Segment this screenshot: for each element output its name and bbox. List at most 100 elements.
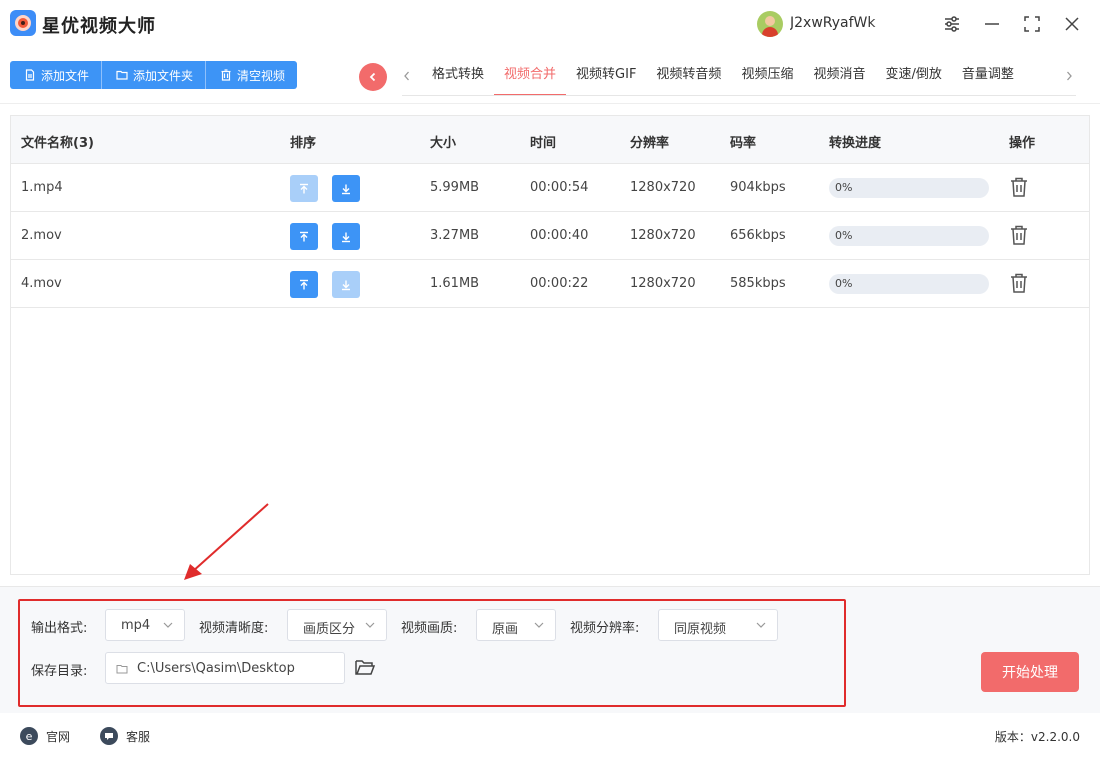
clarity-select[interactable]: 画质区分 bbox=[287, 609, 387, 641]
header-actions: 操作 bbox=[1009, 136, 1036, 151]
header-time: 时间 bbox=[530, 136, 557, 151]
maximize-icon[interactable] bbox=[1020, 12, 1044, 36]
chevron-down-icon bbox=[365, 622, 375, 628]
add-folder-button[interactable]: 添加文件夹 bbox=[102, 61, 207, 89]
quality-label: 视频画质: bbox=[401, 621, 458, 636]
progress-bar: 0% bbox=[829, 274, 989, 294]
app-logo-icon bbox=[10, 10, 36, 36]
cell-size: 3.27MB bbox=[430, 228, 480, 243]
move-down-button[interactable] bbox=[332, 223, 360, 250]
cell-file-name: 4.mov bbox=[21, 276, 62, 291]
trash-icon bbox=[221, 69, 231, 81]
tabs-scroll-right-icon[interactable] bbox=[1062, 66, 1076, 86]
cell-resolution: 1280x720 bbox=[630, 276, 696, 291]
title-bar: 星优视频大师 J2xwRyafWk bbox=[0, 0, 1100, 48]
move-down-button[interactable] bbox=[332, 175, 360, 202]
add-file-label: 添加文件 bbox=[41, 68, 90, 83]
chevron-left-icon bbox=[369, 72, 376, 82]
move-down-icon bbox=[342, 280, 350, 290]
progress-text: 0% bbox=[835, 229, 853, 242]
move-up-icon bbox=[300, 231, 308, 241]
header-bitrate: 码率 bbox=[730, 136, 757, 151]
header-size: 大小 bbox=[430, 136, 457, 151]
move-up-button[interactable] bbox=[290, 223, 318, 250]
header-divider bbox=[0, 103, 1100, 104]
tab-volume-adjust[interactable]: 音量调整 bbox=[952, 56, 1024, 96]
feature-tabs: 格式转换 视频合并 视频转GIF 视频转音频 视频压缩 视频消音 变速/倒放 音… bbox=[422, 56, 1024, 96]
tab-format-convert[interactable]: 格式转换 bbox=[422, 56, 494, 96]
file-toolbar: 添加文件 添加文件夹 清空视频 bbox=[10, 61, 298, 89]
cell-time: 00:00:40 bbox=[530, 228, 589, 243]
minimize-icon[interactable] bbox=[980, 12, 1004, 36]
clear-videos-button[interactable]: 清空视频 bbox=[206, 61, 298, 89]
table-header: 文件名称(3) 排序 大小 时间 分辨率 码率 转换进度 操作 bbox=[11, 116, 1089, 164]
chevron-down-icon bbox=[756, 622, 766, 628]
tab-video-to-gif[interactable]: 视频转GIF bbox=[566, 56, 646, 96]
delete-icon[interactable] bbox=[1009, 272, 1029, 294]
tab-video-to-audio[interactable]: 视频转音频 bbox=[646, 56, 731, 96]
cell-bitrate: 904kbps bbox=[730, 180, 786, 195]
resolution-select[interactable]: 同原视频 bbox=[658, 609, 778, 641]
cell-file-name: 2.mov bbox=[21, 228, 62, 243]
move-down-icon bbox=[342, 184, 350, 194]
header-file-name: 文件名称(3) bbox=[21, 136, 94, 151]
cell-resolution: 1280x720 bbox=[630, 180, 696, 195]
settings-sliders-icon[interactable] bbox=[940, 12, 964, 36]
table-row[interactable]: 1.mp4 5.99MB 00:00:54 1280x720 904kbps 0… bbox=[11, 164, 1089, 212]
header-resolution: 分辨率 bbox=[630, 136, 670, 151]
resolution-label: 视频分辨率: bbox=[570, 621, 640, 636]
tab-video-mute[interactable]: 视频消音 bbox=[803, 56, 875, 96]
move-up-button[interactable] bbox=[290, 271, 318, 298]
quality-select[interactable]: 原画 bbox=[476, 609, 556, 641]
status-bar: e 官网 客服 版本：v2.2.0.0 bbox=[0, 713, 1100, 760]
cell-bitrate: 585kbps bbox=[730, 276, 786, 291]
delete-icon[interactable] bbox=[1009, 176, 1029, 198]
cell-size: 5.99MB bbox=[430, 180, 480, 195]
output-format-select[interactable]: mp4 bbox=[105, 609, 185, 641]
add-folder-label: 添加文件夹 bbox=[133, 68, 194, 83]
progress-bar: 0% bbox=[829, 226, 989, 246]
chevron-down-icon bbox=[163, 622, 173, 628]
cell-file-name: 1.mp4 bbox=[21, 180, 63, 195]
collapse-button[interactable] bbox=[359, 63, 387, 91]
delete-icon[interactable] bbox=[1009, 224, 1029, 246]
move-down-button[interactable] bbox=[332, 271, 360, 298]
save-dir-input[interactable]: C:\Users\Qasim\Desktop bbox=[105, 652, 345, 684]
close-icon[interactable] bbox=[1060, 12, 1084, 36]
version-label: 版本：v2.2.0.0 bbox=[994, 730, 1080, 744]
folder-outline-icon bbox=[116, 665, 128, 674]
cell-time: 00:00:54 bbox=[530, 180, 589, 195]
cell-resolution: 1280x720 bbox=[630, 228, 696, 243]
move-down-icon bbox=[342, 232, 350, 242]
clear-videos-label: 清空视频 bbox=[237, 68, 286, 83]
file-icon bbox=[25, 69, 35, 81]
header-sort: 排序 bbox=[290, 136, 317, 151]
move-up-button[interactable] bbox=[290, 175, 318, 202]
table-row[interactable]: 2.mov 3.27MB 00:00:40 1280x720 656kbps 0… bbox=[11, 212, 1089, 260]
website-link[interactable]: e 官网 bbox=[20, 727, 70, 745]
cell-size: 1.61MB bbox=[430, 276, 480, 291]
output-format-value: mp4 bbox=[121, 618, 151, 633]
save-dir-value: C:\Users\Qasim\Desktop bbox=[137, 661, 295, 676]
table-row[interactable]: 4.mov 1.61MB 00:00:22 1280x720 585kbps 0… bbox=[11, 260, 1089, 308]
header-progress: 转换进度 bbox=[829, 136, 882, 151]
cell-time: 00:00:22 bbox=[530, 276, 589, 291]
output-format-label: 输出格式: bbox=[31, 621, 88, 636]
open-folder-icon[interactable] bbox=[354, 656, 376, 678]
support-label: 客服 bbox=[126, 729, 151, 744]
start-processing-button[interactable]: 开始处理 bbox=[981, 652, 1079, 692]
tab-video-merge[interactable]: 视频合并 bbox=[494, 56, 567, 96]
tabs-scroll-left-icon[interactable] bbox=[400, 66, 414, 86]
user-name-fade bbox=[870, 12, 930, 34]
file-table: 文件名称(3) 排序 大小 时间 分辨率 码率 转换进度 操作 1.mp4 5.… bbox=[10, 115, 1090, 575]
clarity-label: 视频清晰度: bbox=[199, 621, 269, 636]
browser-icon: e bbox=[20, 727, 38, 745]
clarity-value: 画质区分 bbox=[303, 622, 356, 637]
support-link[interactable]: 客服 bbox=[100, 727, 150, 745]
move-up-icon bbox=[300, 183, 308, 193]
tab-video-compress[interactable]: 视频压缩 bbox=[731, 56, 803, 96]
quality-value: 原画 bbox=[492, 622, 519, 637]
add-file-button[interactable]: 添加文件 bbox=[10, 61, 103, 89]
tab-speed-reverse[interactable]: 变速/倒放 bbox=[875, 56, 951, 96]
user-avatar[interactable] bbox=[757, 11, 783, 37]
